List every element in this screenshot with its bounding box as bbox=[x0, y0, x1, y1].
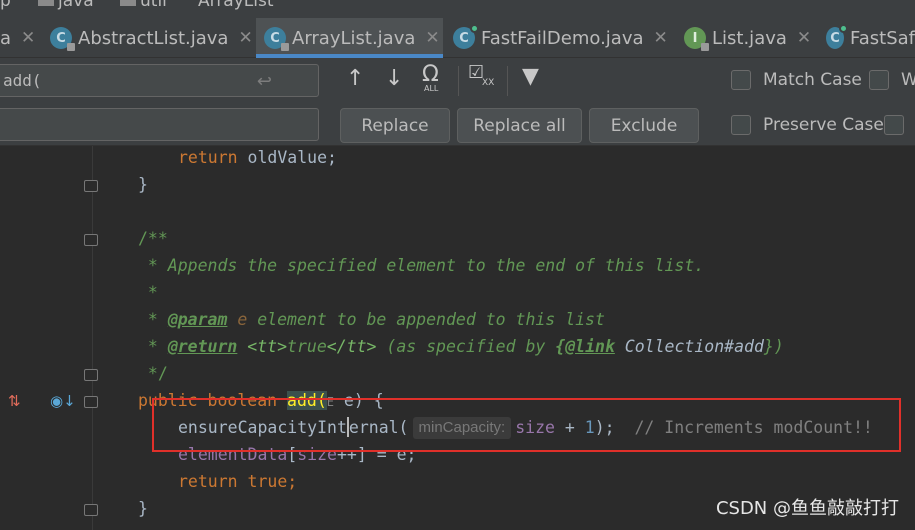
tab-label: ArrayList.java bbox=[292, 27, 416, 49]
tab-label: AbstractList.java bbox=[78, 27, 229, 49]
close-icon[interactable]: ✕ bbox=[797, 28, 811, 48]
code-line: } bbox=[138, 499, 148, 518]
checkbox-box[interactable] bbox=[731, 115, 751, 135]
code-line: * bbox=[138, 283, 158, 302]
interface-icon: I bbox=[684, 27, 709, 51]
separator bbox=[507, 66, 508, 96]
tab-cut-left[interactable]: a ✕ bbox=[0, 18, 42, 58]
fold-marker-icon[interactable] bbox=[84, 234, 98, 246]
breadcrumb: p java util ArrayList bbox=[0, 0, 915, 18]
replace-all-button[interactable]: Replace all bbox=[457, 108, 582, 143]
fold-marker-icon[interactable] bbox=[84, 504, 98, 516]
lock-icon bbox=[701, 43, 709, 51]
runnable-class-icon: C bbox=[453, 24, 479, 49]
tab-label: FastFailDemo.java bbox=[481, 27, 644, 49]
breadcrumb-item[interactable]: java bbox=[38, 0, 94, 11]
lock-icon bbox=[281, 43, 289, 51]
close-icon[interactable]: ✕ bbox=[21, 28, 35, 48]
code-line: /** bbox=[138, 229, 168, 248]
code-line: */ bbox=[138, 364, 168, 383]
fold-marker-icon[interactable] bbox=[84, 180, 98, 192]
lock-icon bbox=[67, 43, 75, 51]
replace-field[interactable] bbox=[0, 108, 319, 141]
tab-abstractlist[interactable]: C AbstractList.java ✕ bbox=[50, 18, 256, 58]
tab-arraylist[interactable]: C ArrayList.java ✕ bbox=[256, 18, 443, 58]
folder-icon bbox=[38, 0, 54, 6]
checkbox-box[interactable] bbox=[731, 70, 751, 90]
code-line: * @param e element to be appended to thi… bbox=[138, 310, 605, 329]
code-line: * Appends the specified element to the e… bbox=[138, 256, 705, 275]
extra-checkbox[interactable] bbox=[884, 115, 915, 135]
x-badge: XX bbox=[482, 78, 495, 88]
implements-marker-icon[interactable]: ◉↓ bbox=[50, 392, 76, 410]
code-line: } bbox=[138, 175, 148, 194]
words-checkbox[interactable]: W bbox=[869, 70, 915, 90]
breadcrumb-item[interactable]: util bbox=[120, 0, 167, 11]
breadcrumb-item[interactable]: ArrayList bbox=[198, 0, 274, 11]
find-all-icon[interactable]: Ω ALL bbox=[422, 62, 439, 93]
fold-marker-icon[interactable] bbox=[84, 396, 98, 408]
close-icon[interactable]: ✕ bbox=[654, 28, 668, 48]
code-line: return true; bbox=[178, 472, 298, 491]
preserve-case-checkbox[interactable]: Preserve Case bbox=[731, 115, 884, 135]
exclude-button[interactable]: Exclude bbox=[589, 108, 699, 143]
tab-label: FastSaf bbox=[850, 27, 915, 49]
checkbox-box[interactable] bbox=[884, 115, 904, 135]
code-line: return oldValue; bbox=[178, 148, 337, 167]
select-all-occurrences-icon[interactable]: ☑ XX bbox=[468, 62, 494, 88]
tab-label: a bbox=[0, 27, 12, 49]
gutter-divider bbox=[92, 146, 93, 530]
match-case-checkbox[interactable]: Match Case bbox=[731, 70, 862, 90]
editor-tab-bar: a ✕ C AbstractList.java ✕ C ArrayList.ja… bbox=[0, 18, 915, 58]
class-icon: C bbox=[264, 27, 289, 51]
tab-list[interactable]: I List.java ✕ bbox=[684, 18, 816, 58]
search-field[interactable]: ↩ bbox=[0, 64, 319, 97]
filter-icon[interactable]: ▼ bbox=[522, 64, 539, 89]
override-marker-icon[interactable]: ⇅ bbox=[8, 392, 21, 410]
find-replace-bar: ↩ ↑ ↓ ΩALL ☑XX ▼ Match Case W Replace Re… bbox=[0, 58, 915, 146]
folder-icon bbox=[120, 0, 136, 6]
all-badge: ALL bbox=[424, 84, 439, 93]
separator bbox=[458, 66, 459, 96]
code-line: * @return <tt>true</tt> (as specified by… bbox=[138, 337, 784, 356]
match-case-label: Match Case bbox=[763, 70, 862, 90]
close-icon[interactable]: ✕ bbox=[425, 28, 439, 48]
checkbox-box[interactable] bbox=[869, 70, 889, 90]
tab-fastfaildemo[interactable]: C FastFailDemo.java ✕ bbox=[453, 18, 671, 58]
breadcrumb-item[interactable]: p bbox=[0, 0, 11, 11]
tab-label: List.java bbox=[712, 27, 787, 49]
fold-marker-icon[interactable] bbox=[84, 369, 98, 381]
class-icon: C bbox=[50, 27, 75, 51]
arrow-down-icon[interactable]: ↓ bbox=[385, 66, 403, 91]
replace-button[interactable]: Replace bbox=[340, 108, 450, 143]
tab-fastsaf[interactable]: C FastSaf bbox=[826, 18, 915, 58]
preserve-case-label: Preserve Case bbox=[763, 115, 884, 135]
code-editor[interactable]: ⇅ ◉↓ return oldValue; } /** * Appends th… bbox=[0, 146, 915, 530]
runnable-class-icon: C bbox=[826, 24, 849, 49]
close-icon[interactable]: ✕ bbox=[238, 28, 252, 48]
arrow-up-icon[interactable]: ↑ bbox=[346, 66, 364, 91]
watermark: CSDN @鱼鱼敲敲打打 bbox=[715, 498, 899, 519]
replace-input[interactable] bbox=[0, 109, 318, 140]
highlight-box bbox=[152, 398, 901, 452]
words-label: W bbox=[901, 70, 915, 90]
newline-icon[interactable]: ↩ bbox=[257, 71, 272, 92]
